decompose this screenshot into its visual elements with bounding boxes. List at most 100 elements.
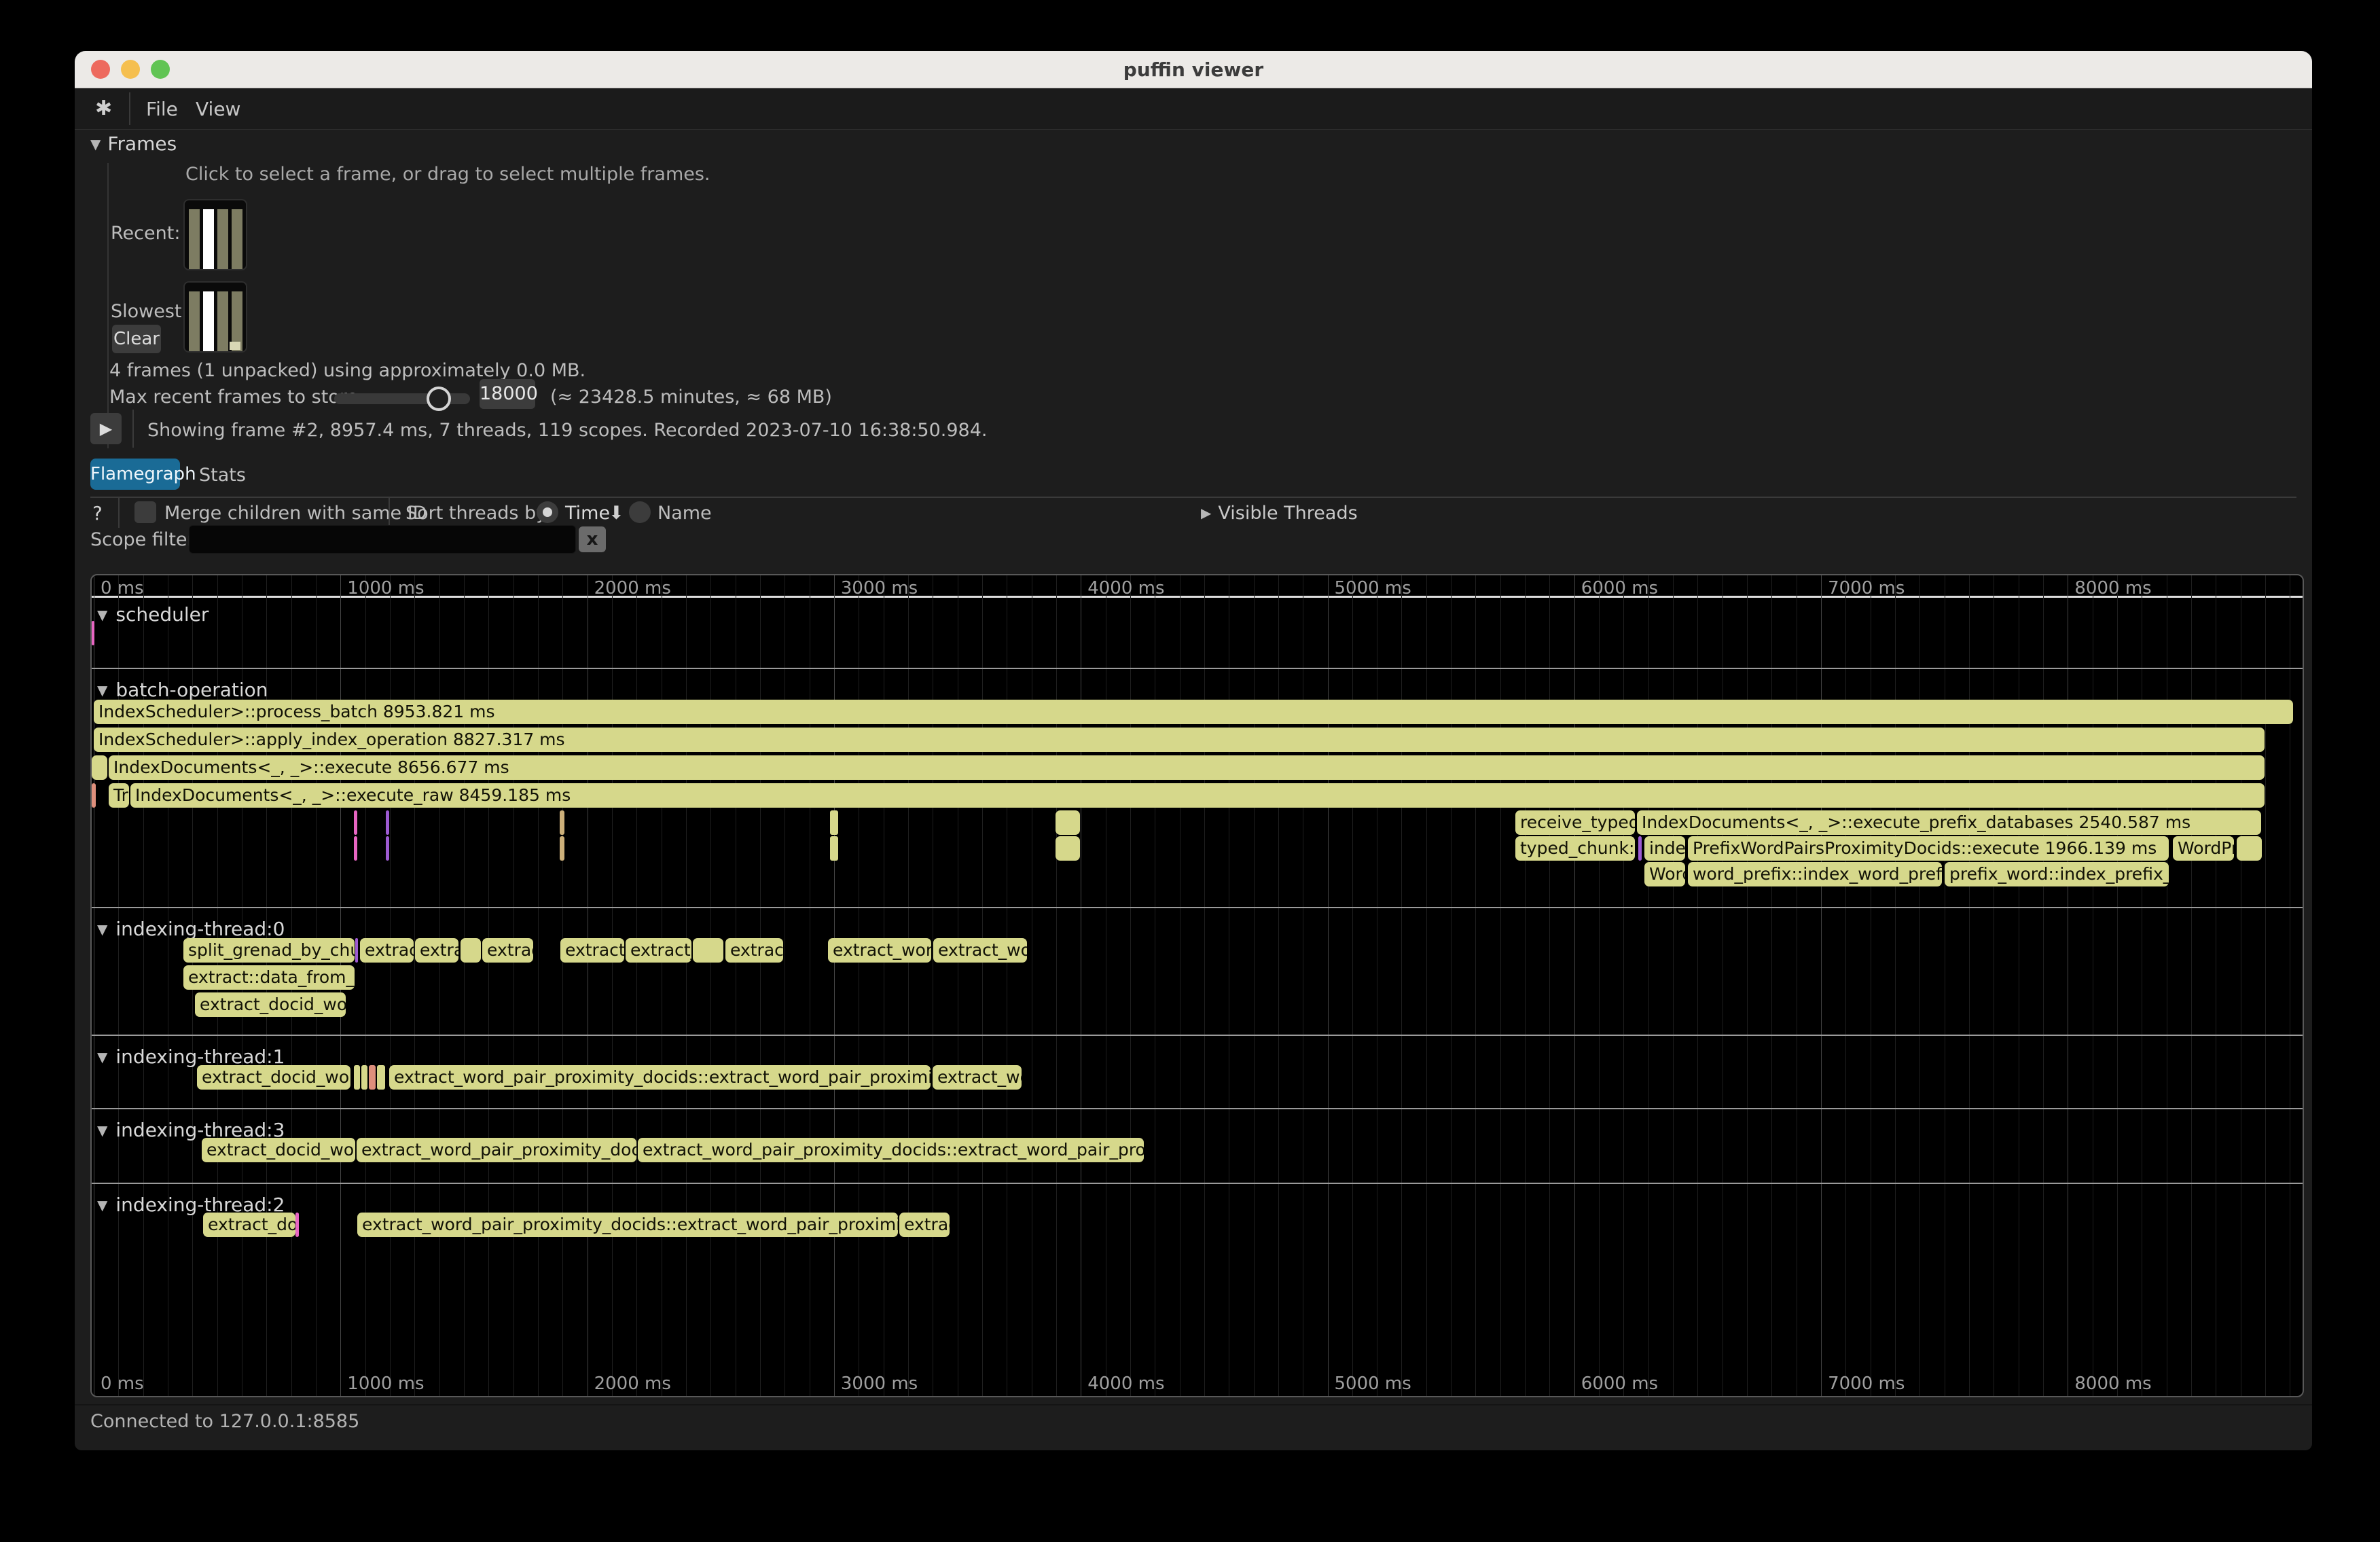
max-frames-value[interactable]: 18000	[480, 379, 535, 409]
scope-bar[interactable]	[355, 938, 358, 963]
scope-bar[interactable]: extract_	[626, 938, 691, 963]
frames-section-header[interactable]: ▼Frames	[90, 132, 177, 155]
scope-bar[interactable]: extract::data_from_ob	[183, 965, 355, 990]
scope-bar[interactable]	[1638, 836, 1642, 861]
scope-bar[interactable]	[693, 938, 723, 963]
scope-bar[interactable]: split_grenad_by_chun	[183, 938, 355, 963]
scope-bar[interactable]	[92, 621, 94, 645]
scope-bar[interactable]: WordPr	[2173, 836, 2234, 861]
scope-bar[interactable]: extract	[725, 938, 783, 963]
scope-bar[interactable]	[560, 810, 564, 835]
frames-summary: 4 frames (1 unpacked) using approximatel…	[109, 360, 585, 381]
scope-bar[interactable]	[354, 836, 357, 861]
scope-bar[interactable]: receive_typed_	[1515, 810, 1635, 835]
theme-toggle-icon[interactable]: ✱	[95, 96, 112, 120]
scope-bar[interactable]: extract_docid_word	[197, 1065, 350, 1090]
axis-tick-label: 7000 ms	[1828, 1374, 1905, 1394]
sort-time-radio[interactable]	[537, 501, 558, 523]
thread-name: indexing-thread:0	[115, 918, 285, 940]
scope-bar[interactable]	[361, 1065, 367, 1090]
scope-bar[interactable]	[830, 836, 838, 861]
scope-bar[interactable]: prefix_word::index_prefix_wo	[1945, 862, 2169, 886]
scope-bar[interactable]	[354, 810, 357, 835]
scope-bar[interactable]: extrac	[482, 938, 533, 963]
scope-bar[interactable]: extract_doc	[203, 1213, 295, 1237]
scope-bar[interactable]	[461, 938, 481, 963]
scope-bar[interactable]	[830, 810, 838, 835]
scope-bar[interactable]: extract_word_pair_proximity_docids::extr…	[389, 1065, 931, 1090]
clear-button[interactable]: Clear	[112, 325, 161, 353]
merge-children-checkbox[interactable]	[134, 501, 156, 523]
scope-bar[interactable]: extract_docid_word	[195, 992, 346, 1017]
divider	[118, 498, 120, 528]
slider-knob[interactable]	[427, 387, 451, 411]
scope-bar[interactable]: typed_chunk::w	[1515, 836, 1635, 861]
scope-bar[interactable]	[354, 1065, 360, 1090]
thread-header-indexing-thread:0[interactable]: ▼indexing-thread:0	[97, 918, 285, 940]
scope-bar[interactable]: IndexScheduler>::process_batch 8953.821 …	[94, 700, 2293, 724]
gridline	[1648, 575, 1649, 1396]
scope-bar[interactable]: extract_	[560, 938, 624, 963]
axis-tick-label: 5000 ms	[1335, 1374, 1411, 1394]
sort-name-radio[interactable]	[629, 501, 651, 523]
scope-bar[interactable]: IndexScheduler>::apply_index_operation 8…	[94, 728, 2265, 752]
axis-tick-label: 1000 ms	[347, 1374, 424, 1394]
scope-bar[interactable]: extract_word	[828, 938, 931, 963]
scope-bar[interactable]: Trans	[109, 783, 129, 808]
gridline	[538, 575, 539, 1396]
scope-bar[interactable]	[369, 1065, 376, 1090]
scope-bar[interactable]: extra	[415, 938, 458, 963]
max-frames-label: Max recent frames to store:	[109, 387, 364, 408]
recent-frames-thumbnail[interactable]	[183, 199, 247, 270]
thread-section-divider	[92, 1108, 2303, 1109]
scope-bar[interactable]: extract_word_pair_proximity_docids	[357, 1138, 636, 1162]
scope-bar[interactable]: extract_docid_word	[202, 1138, 355, 1162]
divider	[75, 1404, 2312, 1405]
flamegraph-canvas[interactable]: 0 ms0 ms1000 ms1000 ms2000 ms2000 ms3000…	[90, 574, 2304, 1397]
scope-bar[interactable]: extract_word_pair_proximity_docids::extr…	[638, 1138, 1144, 1162]
tab-flamegraph[interactable]: Flamegraph	[90, 459, 180, 490]
scope-bar[interactable]: Word	[1644, 862, 1685, 886]
scope-bar[interactable]: IndexDocuments<_, _>::execute_prefix_dat…	[1637, 810, 2261, 835]
scope-bar[interactable]: index	[1644, 836, 1685, 861]
collapse-triangle-icon: ▼	[97, 1122, 107, 1138]
thread-header-batch-operation[interactable]: ▼batch-operation	[97, 679, 268, 701]
scope-bar[interactable]: IndexDocuments<_, _>::execute_raw 8459.1…	[130, 783, 2265, 808]
visible-threads-header[interactable]: ▶Visible Threads	[1201, 503, 1358, 524]
collapse-triangle-icon: ▼	[97, 607, 107, 623]
menu-view[interactable]: View	[196, 98, 240, 120]
scope-bar[interactable]: extrac	[899, 1213, 950, 1237]
scope-bar[interactable]	[386, 810, 389, 835]
scope-bar[interactable]: PrefixWordPairsProximityDocids::execute …	[1688, 836, 2169, 861]
tab-stats[interactable]: Stats	[199, 465, 246, 486]
scope-bar[interactable]	[92, 755, 107, 780]
scope-bar[interactable]	[386, 836, 389, 861]
scope-bar[interactable]	[1056, 810, 1080, 835]
scope-bar[interactable]	[92, 783, 96, 808]
thread-header-scheduler[interactable]: ▼scheduler	[97, 603, 209, 626]
gridline	[562, 575, 563, 1396]
scope-bar[interactable]: IndexDocuments<_, _>::execute 8656.677 m…	[109, 755, 2265, 780]
scope-bar[interactable]	[2237, 836, 2262, 861]
play-button[interactable]: ▶	[90, 413, 122, 444]
gridline	[1895, 575, 1896, 1396]
help-button[interactable]: ?	[92, 502, 103, 524]
menu-file[interactable]: File	[146, 98, 178, 120]
sort-name-label[interactable]: Name	[657, 503, 712, 524]
scope-filter-input[interactable]	[189, 525, 576, 554]
scope-bar[interactable]: extract	[360, 938, 414, 963]
scope-bar[interactable]	[560, 836, 564, 861]
scope-bar[interactable]: extract_word_pair_proximity_docids::extr…	[357, 1213, 898, 1237]
sort-direction-icon[interactable]: ⬇	[609, 503, 624, 524]
scope-bar[interactable]: word_prefix::index_word_prefix_	[1688, 862, 1942, 886]
sort-time-label[interactable]: Time	[565, 503, 610, 524]
scope-bar[interactable]	[1056, 836, 1080, 861]
frame-bar	[217, 209, 228, 269]
scope-bar[interactable]	[295, 1213, 299, 1237]
gridline	[488, 575, 489, 1396]
scope-bar[interactable]: extract_wo	[933, 1065, 1022, 1090]
scope-bar[interactable]	[377, 1065, 385, 1090]
clear-filter-button[interactable]: x	[579, 526, 606, 552]
scope-bar[interactable]: extract_wor	[933, 938, 1027, 963]
slowest-frames-thumbnail[interactable]	[183, 281, 247, 353]
